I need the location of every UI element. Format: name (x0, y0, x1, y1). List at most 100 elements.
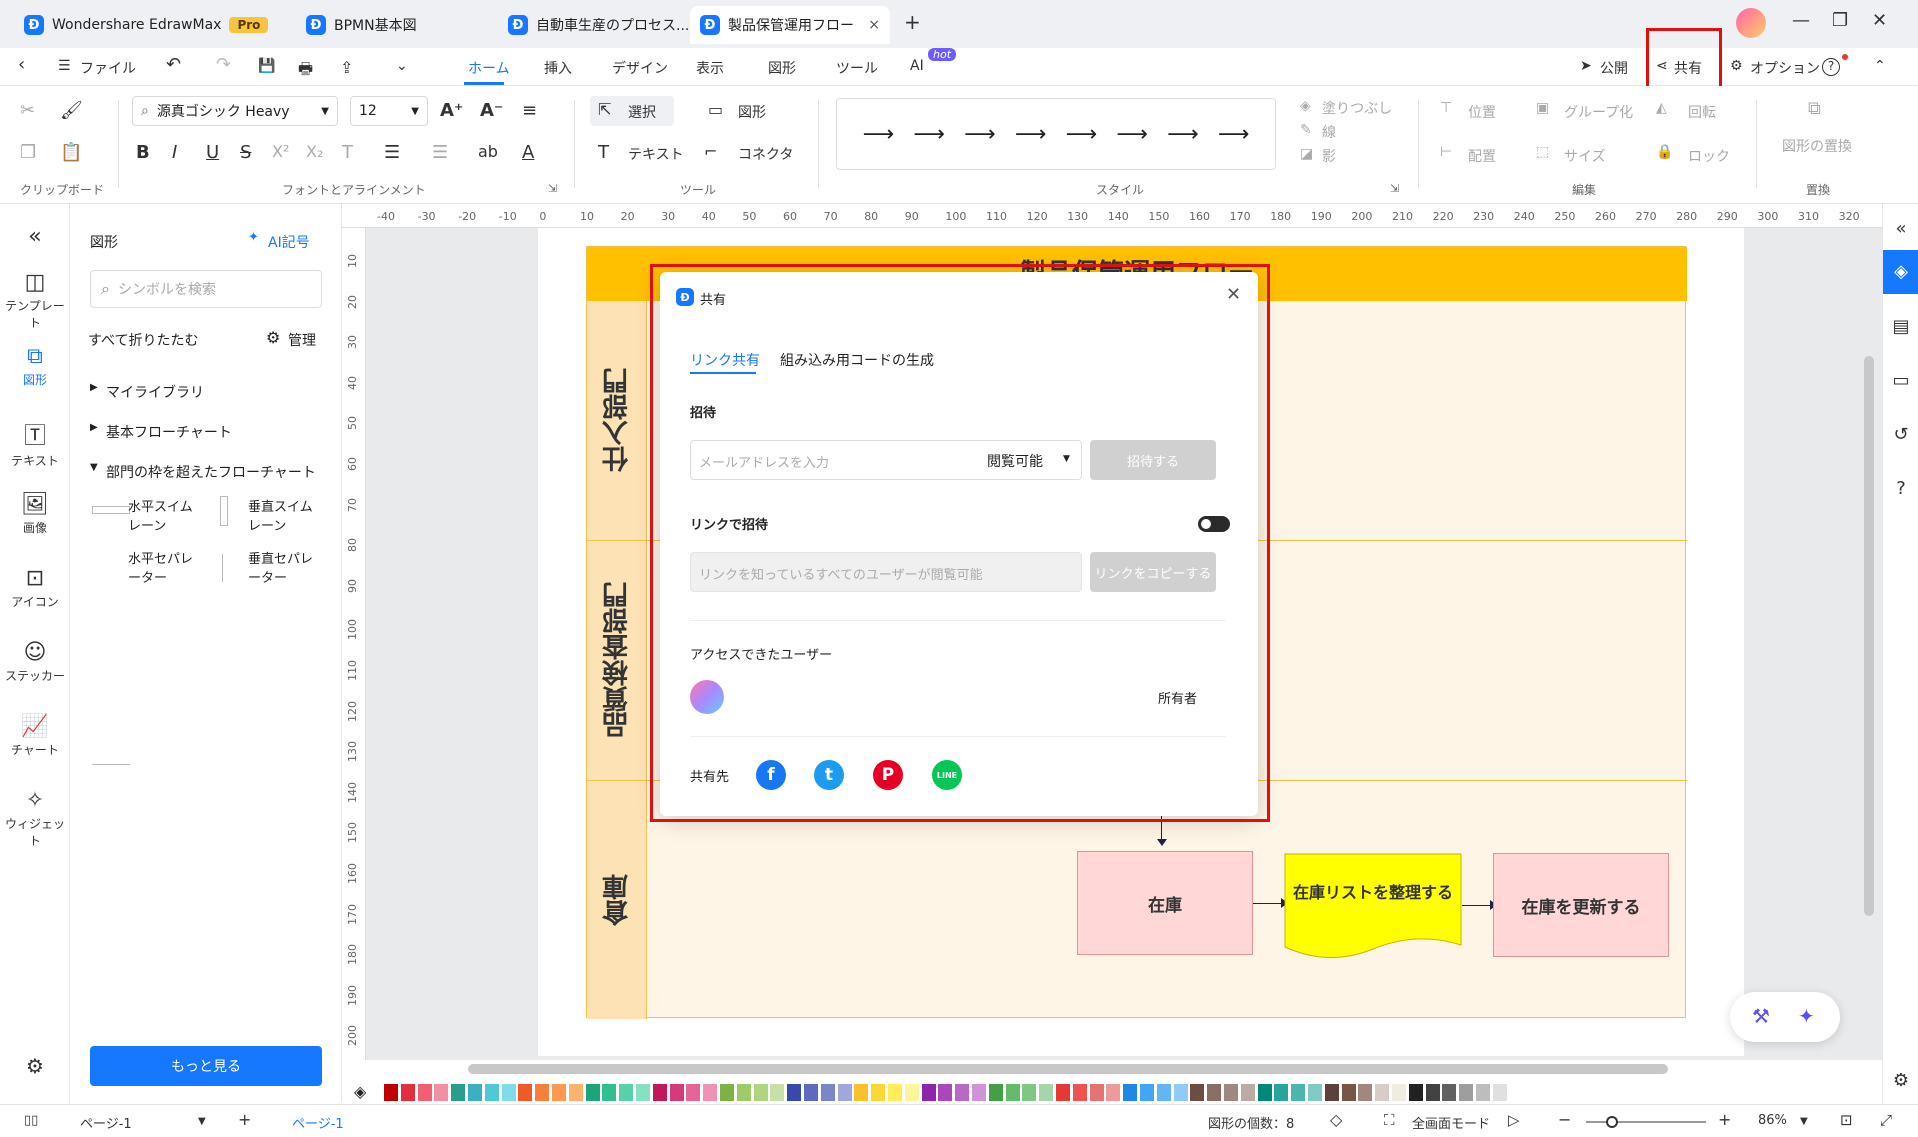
position-button[interactable]: 位置 (1468, 102, 1496, 122)
color-swatch[interactable] (1324, 1084, 1339, 1101)
line-pen-icon[interactable]: ✎ (1300, 122, 1312, 138)
numbered-list-icon[interactable]: ☰ (384, 142, 400, 163)
user-avatar[interactable] (1736, 8, 1766, 38)
save-icon[interactable]: 💾 (258, 58, 275, 74)
position-icon[interactable]: ⊤ (1440, 100, 1452, 116)
settings-gear-icon[interactable]: ⚙ (0, 1054, 70, 1078)
color-swatch[interactable] (1156, 1084, 1171, 1101)
play-icon[interactable]: ▷ (1508, 1111, 1520, 1129)
color-swatch[interactable] (1476, 1084, 1490, 1101)
color-swatch[interactable] (1459, 1084, 1474, 1101)
format-painter-icon[interactable]: 🖌 (60, 100, 83, 121)
color-swatch[interactable] (585, 1084, 600, 1101)
text-case-icon[interactable]: T (342, 142, 353, 163)
cut-icon[interactable]: ✂ (20, 100, 35, 121)
color-swatch[interactable] (1274, 1084, 1289, 1101)
color-swatch[interactable] (417, 1084, 432, 1101)
rotate-icon[interactable]: ◭ (1656, 100, 1667, 116)
expand-arrow-icon[interactable]: ▶ (90, 382, 98, 393)
size-icon[interactable]: ⬚ (1536, 144, 1549, 160)
group-icon[interactable]: ▣ (1536, 100, 1549, 116)
magic-wand-icon[interactable]: ⚒ (1752, 1004, 1770, 1028)
color-swatch[interactable] (602, 1084, 617, 1101)
menu-shape[interactable]: 図形 (768, 58, 796, 78)
tab-product-storage[interactable]: Ð 製品保管運用フロー × (690, 6, 890, 44)
color-swatch[interactable] (619, 1084, 634, 1101)
line-style-gallery[interactable]: ⟶ ⟶ ⟶ ⟶ ⟶ ⟶ ⟶ ⟶ (836, 98, 1276, 170)
shadow-button[interactable]: 影 (1322, 146, 1336, 166)
tree-cross-functional[interactable]: 部門の枠を超えたフローチャート (106, 462, 316, 482)
sidebar-item-icons[interactable]: ⊡ アイコン (0, 566, 70, 610)
menu-view[interactable]: 表示 (696, 58, 724, 78)
size-button[interactable]: サイズ (1564, 146, 1606, 166)
color-swatch[interactable] (787, 1084, 802, 1101)
active-page-tab[interactable]: ページ-1 (292, 1113, 344, 1132)
undo-icon[interactable]: ↶ (166, 54, 181, 75)
arrow-style-icon[interactable]: ⟶ (1218, 122, 1250, 147)
arrow-style-icon[interactable]: ⟶ (1167, 122, 1199, 147)
select-tool-button[interactable]: 選択 (628, 102, 656, 122)
sparkle-icon[interactable]: ✦ (1798, 1004, 1815, 1028)
color-swatch[interactable] (904, 1084, 919, 1101)
color-swatch[interactable] (1005, 1084, 1020, 1101)
expand-right-panel-icon[interactable]: « (1883, 218, 1918, 239)
presentation-icon[interactable]: ▭ (1883, 370, 1918, 391)
color-swatch[interactable] (535, 1084, 550, 1101)
color-swatch[interactable] (1173, 1084, 1188, 1101)
color-swatch[interactable] (1425, 1084, 1440, 1101)
document-shape[interactable] (1284, 853, 1462, 963)
font-size-select[interactable]: 12 ▼ (350, 96, 428, 126)
color-swatch[interactable] (1190, 1084, 1205, 1101)
shape-rect-icon[interactable]: ▭ (708, 100, 723, 119)
page-selector[interactable]: ページ-1 (80, 1113, 132, 1132)
color-swatch[interactable] (804, 1084, 818, 1101)
help-icon[interactable]: ? (1822, 58, 1840, 76)
color-swatch[interactable] (1358, 1084, 1373, 1101)
lock-button[interactable]: ロック (1688, 146, 1730, 166)
fill-bucket-icon[interactable]: ◈ (1300, 98, 1311, 114)
group-button[interactable]: グループ化 (1564, 102, 1633, 122)
tree-my-library[interactable]: マイライブラリ (106, 382, 204, 402)
page-layout-icon[interactable]: ▯▯ (24, 1113, 38, 1128)
ai-symbol-button[interactable]: AI記号 (268, 232, 310, 252)
box-inventory[interactable]: 在庫 (1077, 851, 1253, 955)
rotate-button[interactable]: 回転 (1688, 102, 1716, 122)
arrow-style-icon[interactable]: ⟶ (964, 122, 996, 147)
lane-warehouse[interactable]: 倉庫 (587, 781, 647, 1019)
color-swatch[interactable] (686, 1084, 701, 1101)
color-swatch[interactable] (770, 1084, 785, 1101)
tab-bpmn[interactable]: Ð BPMN基本図 (296, 6, 427, 44)
print-icon[interactable]: 🖶 (298, 58, 313, 85)
color-swatch[interactable] (1022, 1084, 1037, 1101)
zoom-in-button[interactable]: + (1718, 1110, 1731, 1129)
export-icon[interactable]: ⇪ (340, 58, 353, 77)
publish-icon[interactable]: ➤ (1580, 58, 1592, 74)
zoom-out-button[interactable]: − (1558, 1110, 1571, 1129)
shadow-icon[interactable]: ◪ (1300, 146, 1313, 162)
options-button[interactable]: オプション (1750, 58, 1820, 78)
align-objects-icon[interactable]: ⊢ (1440, 144, 1452, 160)
color-swatch[interactable] (888, 1084, 902, 1101)
color-swatch[interactable] (384, 1084, 398, 1101)
paste-icon[interactable]: 📋 (60, 142, 82, 163)
sidebar-item-template[interactable]: ◫ テンプレート (0, 270, 70, 331)
horizontal-swimlane-shape[interactable] (92, 506, 130, 514)
fill-style-icon[interactable]: ◈ (1883, 250, 1918, 294)
zoom-slider-handle[interactable] (1606, 1116, 1618, 1128)
connector-line[interactable] (1253, 903, 1283, 904)
expand-arrow-icon[interactable]: ▶ (90, 422, 98, 433)
dialog-launcher-icon[interactable]: ⇲ (548, 182, 557, 195)
color-swatch[interactable] (972, 1084, 986, 1101)
bold-icon[interactable]: B (136, 142, 150, 163)
vertical-scrollbar[interactable] (1864, 356, 1874, 916)
text-tool-button[interactable]: テキスト (628, 144, 684, 164)
chevron-down-icon[interactable]: ▼ (198, 1116, 206, 1127)
copy-icon[interactable]: ❐ (20, 142, 36, 163)
expand-view-icon[interactable]: ⤢ (1880, 1111, 1892, 1129)
replace-shape-button[interactable]: 図形の置換 (1782, 136, 1852, 156)
manage-gear-icon[interactable]: ⚙ (266, 328, 280, 347)
color-swatch[interactable] (837, 1084, 852, 1101)
bullet-list-icon[interactable]: ☰ (432, 142, 448, 163)
history-icon[interactable]: ↺ (1883, 424, 1918, 445)
color-swatch[interactable] (720, 1084, 734, 1101)
